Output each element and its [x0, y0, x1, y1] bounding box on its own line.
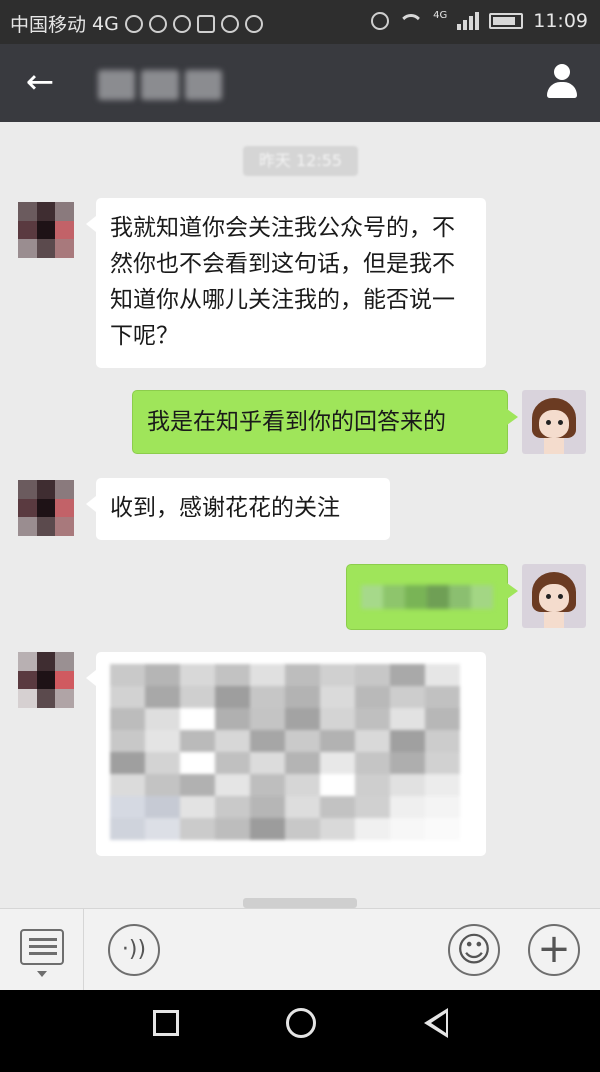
voice-icon[interactable]: ·)): [108, 924, 160, 976]
message-bubble-right[interactable]: 我是在知乎看到你的回答来的: [132, 390, 518, 454]
status-bar-left: 中国移动 4G: [10, 10, 263, 37]
back-arrow-icon[interactable]: ←: [20, 62, 60, 102]
back-triangle-icon[interactable]: [424, 1008, 448, 1038]
vpn-icon: [220, 14, 239, 33]
status-bar-right: 4G 11:09: [371, 10, 588, 32]
message-bubble-right-blurred[interactable]: [346, 564, 518, 630]
weibo-icon-2: [172, 14, 191, 33]
account-icon: [244, 14, 263, 33]
contact-avatar[interactable]: [18, 202, 74, 258]
battery-icon: [489, 13, 524, 29]
shield-icon: [124, 14, 143, 33]
network-small-label: 4G: [433, 9, 448, 21]
chat-title-blurred: [98, 70, 222, 100]
message-bubble-left[interactable]: 收到，感谢花花的关注: [86, 478, 390, 540]
plus-icon[interactable]: +: [528, 924, 580, 976]
message-bubble-left[interactable]: 我就知道你会关注我公众号的，不然你也不会看到这句话，但是我不知道你从哪儿关注我的…: [86, 198, 486, 368]
message-text: 我是在知乎看到你的回答来的: [147, 409, 446, 435]
signal-icon: [457, 12, 480, 30]
message-timestamp: 昨天 12:55: [243, 146, 358, 176]
alarm-icon: [371, 12, 390, 30]
home-icon[interactable]: [286, 1008, 316, 1038]
contact-avatar[interactable]: [18, 480, 74, 536]
menu-list-icon[interactable]: [0, 909, 84, 991]
recent-apps-icon[interactable]: [153, 1010, 179, 1036]
status-bar: 中国移动 4G 4G 11:09: [0, 0, 600, 44]
chat-title-bar: ←: [0, 44, 600, 122]
input-bar: ·)) ☺ +: [0, 908, 600, 991]
network-label: 4G: [92, 12, 119, 35]
carrier-label: 中国移动: [10, 14, 87, 36]
wifi-icon: [399, 12, 423, 30]
message-bubble-left-blurred[interactable]: [86, 652, 486, 856]
scroll-indicator: [243, 898, 357, 908]
user-avatar[interactable]: [522, 390, 586, 454]
blurred-text: [110, 664, 460, 840]
user-avatar[interactable]: [522, 564, 586, 628]
message-text: 收到，感谢花花的关注: [110, 495, 340, 521]
blurred-text: [361, 585, 493, 609]
image-icon: [196, 14, 215, 33]
person-icon[interactable]: [542, 62, 582, 102]
weibo-icon: [148, 14, 167, 33]
contact-avatar[interactable]: [18, 652, 74, 708]
system-nav-bar: [0, 990, 600, 1072]
message-text: 我就知道你会关注我公众号的，不然你也不会看到这句话，但是我不知道你从哪儿关注我的…: [110, 215, 455, 349]
clock: 11:09: [533, 10, 588, 32]
emoji-icon[interactable]: ☺: [448, 924, 500, 976]
